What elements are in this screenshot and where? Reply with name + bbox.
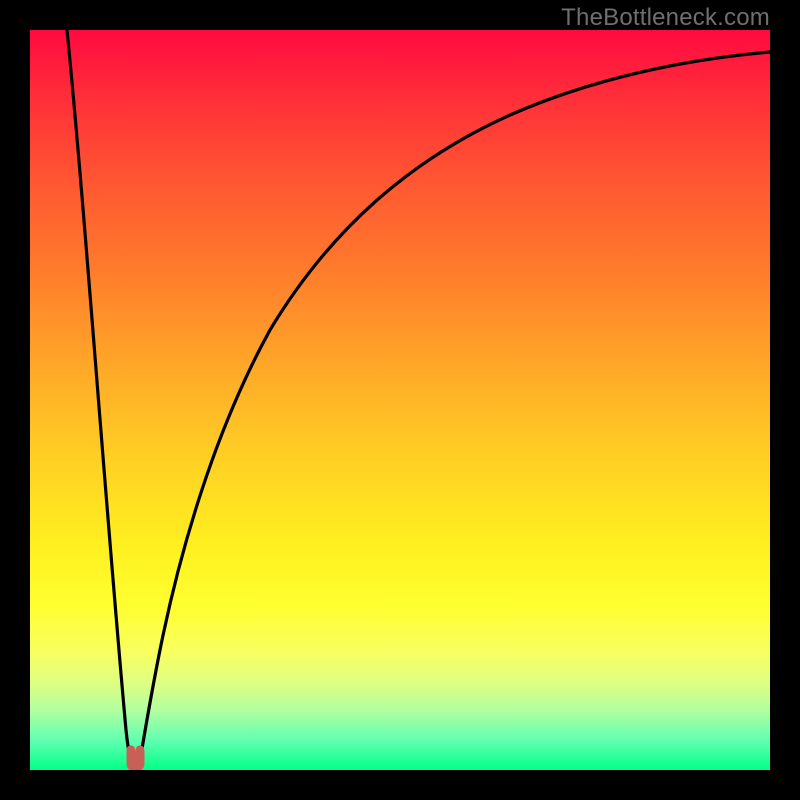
bottleneck-curve-svg [30,30,770,770]
curve-left-branch [67,30,133,766]
watermark-text: TheBottleneck.com [561,4,770,32]
plot-frame [30,30,770,770]
valley-marker [127,746,144,770]
curve-right-branch [139,52,770,766]
